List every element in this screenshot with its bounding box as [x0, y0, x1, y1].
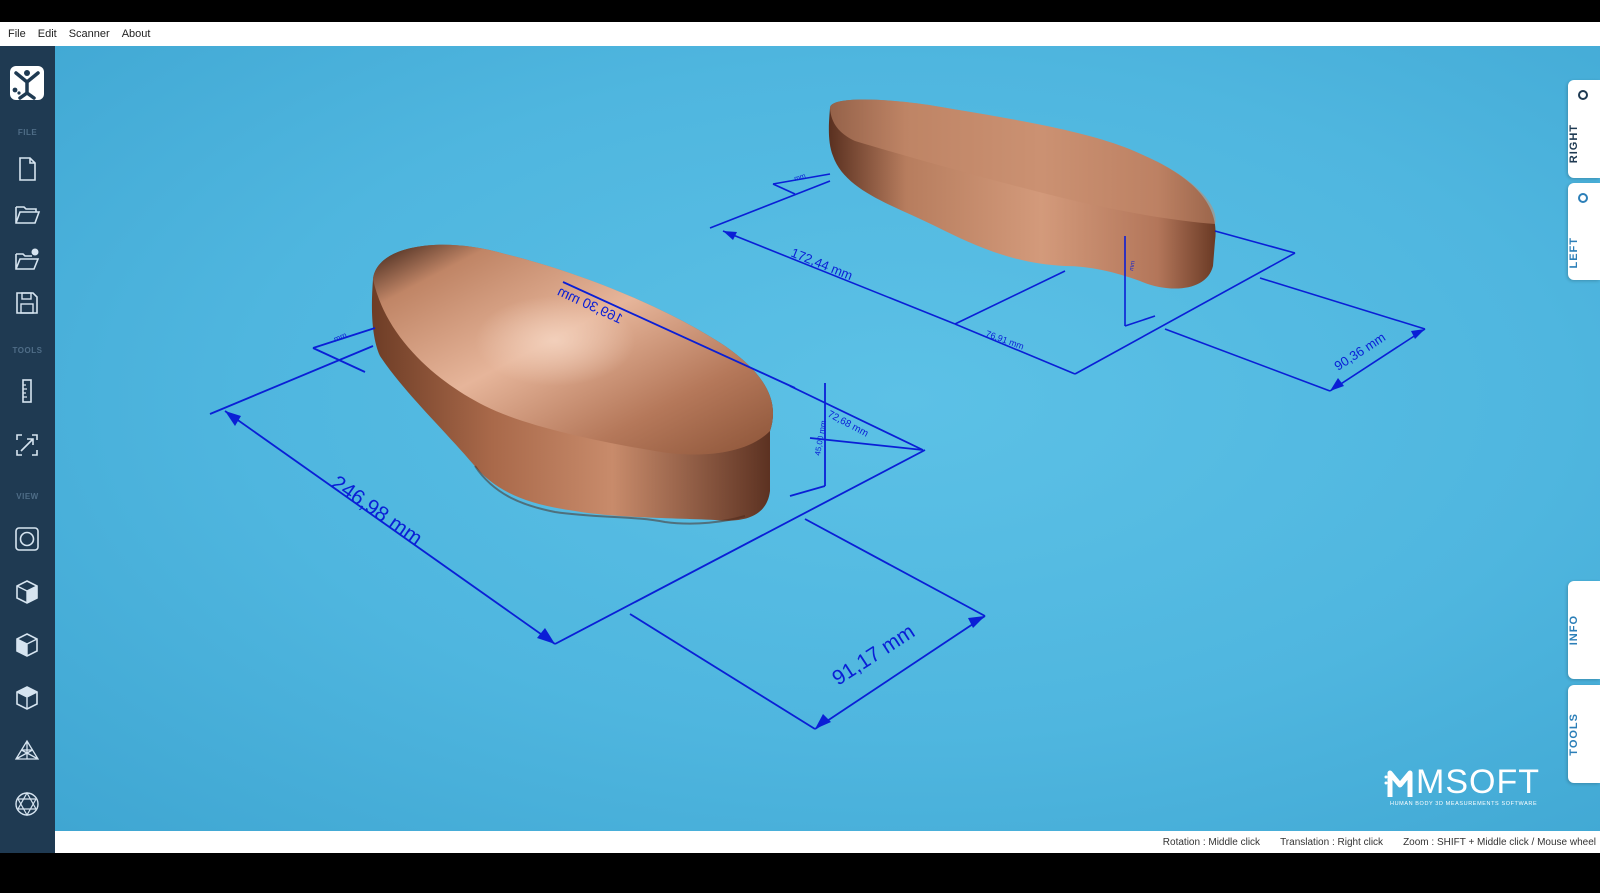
tab-right[interactable]: RIGHT	[1568, 80, 1600, 178]
section-tools-label: TOOLS	[12, 346, 43, 355]
ruler-tool-button[interactable]	[10, 374, 44, 408]
section-file-label: FILE	[17, 128, 38, 137]
right-length-label: 172,44 mm	[789, 245, 855, 283]
menu-edit[interactable]: Edit	[32, 28, 63, 40]
brand-tagline: HUMAN BODY 3D MEASUREMENTS SOFTWARE	[1390, 801, 1538, 807]
new-file-button[interactable]	[10, 152, 44, 186]
tab-info-label: INFO	[1568, 615, 1580, 646]
view-side-button[interactable]	[10, 628, 44, 662]
left-length-label: 246,98 mm	[327, 471, 426, 550]
brand-name: MSOFT	[1416, 763, 1540, 801]
tab-info[interactable]: INFO	[1568, 581, 1600, 679]
tab-left-label: LEFT	[1568, 237, 1580, 269]
brand-watermark: MSOFT HUMAN BODY 3D MEASUREMENTS SOFTWAR…	[1384, 763, 1554, 811]
left-height-label: 45,00 mm	[813, 419, 828, 456]
cube-top-icon	[16, 686, 38, 710]
view-mesh-button[interactable]	[10, 734, 44, 768]
tab-tools-label: TOOLS	[1568, 713, 1580, 756]
msoft-logo-icon	[1384, 770, 1413, 797]
menu-about[interactable]: About	[116, 28, 157, 40]
save-icon	[16, 292, 38, 314]
menu-bar: File Edit Scanner About	[0, 22, 1600, 46]
mesh-grid-icon	[14, 739, 40, 760]
open-file-button[interactable]	[10, 197, 44, 231]
3d-viewport[interactable]: 246,98 mm 91,17 mm 169,30 mm 72,68 mm 45…	[55, 46, 1600, 831]
import-button[interactable]	[10, 242, 44, 276]
new-file-icon	[19, 157, 36, 181]
window-top-border	[0, 0, 1600, 22]
view-frame-button[interactable]	[10, 522, 44, 556]
left-radio-icon[interactable]	[1578, 193, 1588, 203]
menu-scanner[interactable]: Scanner	[63, 28, 116, 40]
resize-icon	[16, 434, 38, 456]
menu-file[interactable]: File	[0, 28, 32, 40]
status-bar: Rotation : Middle click Translation : Ri…	[55, 831, 1600, 853]
status-zoom: Zoom : SHIFT + Middle click / Mouse whee…	[1403, 836, 1596, 848]
status-translation: Translation : Right click	[1280, 836, 1384, 848]
status-rotation: Rotation : Middle click	[1162, 836, 1261, 848]
section-view-label: VIEW	[16, 492, 39, 501]
right-width-label: 90,36 mm	[1331, 329, 1388, 373]
left-heel-label: mm	[332, 330, 348, 343]
sidebar: FILE TOOLS VIEW	[0, 46, 55, 873]
tab-left[interactable]: LEFT	[1568, 183, 1600, 280]
measure-tool-button[interactable]	[10, 428, 44, 462]
ruler-icon	[22, 379, 32, 403]
wireframe-icon	[15, 791, 39, 817]
window-bottom-border	[0, 853, 1600, 893]
view-top-button[interactable]	[10, 681, 44, 715]
cube-front-icon	[16, 580, 38, 604]
right-heel-label: mm	[793, 173, 806, 183]
tab-tools[interactable]: TOOLS	[1568, 685, 1600, 783]
open-folder-icon	[15, 206, 41, 224]
app-logo-icon[interactable]	[8, 64, 46, 102]
right-radio-icon[interactable]	[1578, 90, 1588, 100]
view-front-button[interactable]	[10, 575, 44, 609]
left-width-label: 91,17 mm	[828, 620, 919, 690]
view-wireframe-button[interactable]	[10, 787, 44, 821]
cube-side-icon	[16, 633, 38, 657]
import-folder-icon	[15, 248, 40, 270]
tab-right-label: RIGHT	[1568, 124, 1580, 164]
right-foot-model[interactable]	[828, 99, 1216, 289]
save-button[interactable]	[10, 286, 44, 320]
right-ball-width-label: 76,91 mm	[984, 328, 1025, 351]
foot-scene: 246,98 mm 91,17 mm 169,30 mm 72,68 mm 45…	[209, 99, 1426, 730]
frame-view-icon	[15, 527, 39, 551]
